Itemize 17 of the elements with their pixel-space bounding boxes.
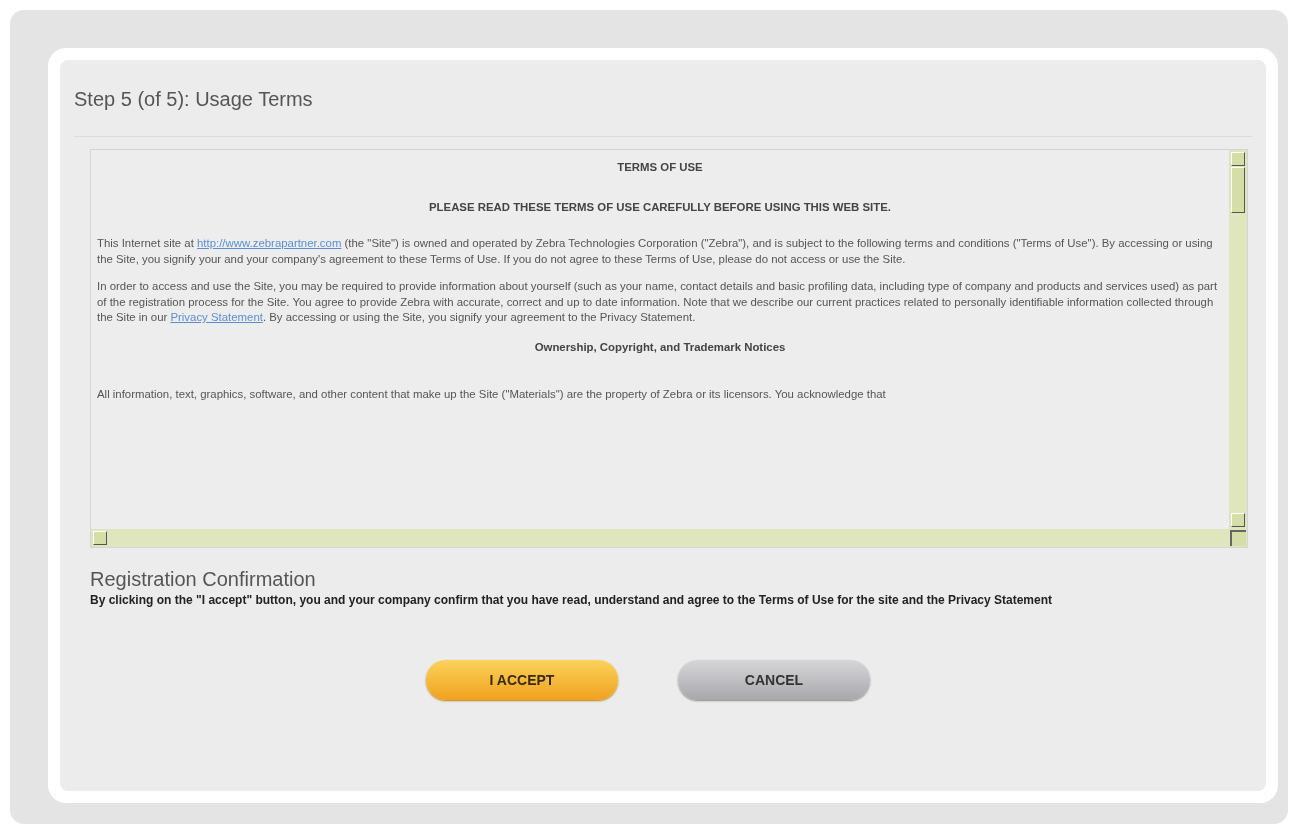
accept-button[interactable]: I ACCEPT xyxy=(426,660,618,700)
terms-heading: TERMS OF USE xyxy=(616,160,704,175)
terms-paragraph: In order to access and use the Site, you may be required to provide information about yourself (such as your name, contact details and basic profiling data, including type of company and products and services used) as part of the registration process for the Site. You agree to provide Zebra with accurate, correct and up to date information. Note that we describe our current practices related to personally identifiable information collected through the Site in our Privacy Statement. By accessing or using the Site, you signify your agreement to the Privacy Statement. xyxy=(97,279,1219,325)
scroll-left-button[interactable] xyxy=(93,531,107,545)
scroll-up-button[interactable] xyxy=(1231,152,1245,166)
section-heading: Ownership, Copyright, and Trademark Notices xyxy=(533,339,787,355)
scroll-down-button[interactable] xyxy=(1231,513,1245,527)
scroll-thumb[interactable] xyxy=(1231,167,1245,213)
terms-heading: PLEASE READ THESE TERMS OF USE CAREFULLY BEFORE USING THIS WEB SITE. xyxy=(428,199,892,215)
terms-paragraph: All information, text, graphics, software, and other content that make up the Site ("Materials") are the property of Zebra or its licensors. You acknowledge that xyxy=(97,387,887,402)
resize-grip[interactable] xyxy=(1230,530,1246,546)
confirmation-title: Registration Confirmation xyxy=(90,568,316,591)
terms-paragraph: This Internet site at http://www.zebrapartner.com (the "Site") is owned and operated by Zebra Technologies Corporation ("Zebra"), and is subject to the following terms and conditions ("Terms of Use"). By accessing or using the Site, you signify your and your company's agreement to these Terms of Use. If you do not agree to these Terms of Use, please do not access or use the Site. xyxy=(97,236,1214,267)
step-title: Step 5 (of 5): Usage Terms xyxy=(74,88,313,111)
cancel-button[interactable]: CANCEL xyxy=(678,660,870,700)
confirmation-text: By clicking on the "I accept" button, you and your company confirm that you have read, understand and agree to the Terms of Use for the site and the Privacy Statement xyxy=(90,593,1053,608)
horizontal-scrollbar[interactable] xyxy=(91,529,1247,547)
